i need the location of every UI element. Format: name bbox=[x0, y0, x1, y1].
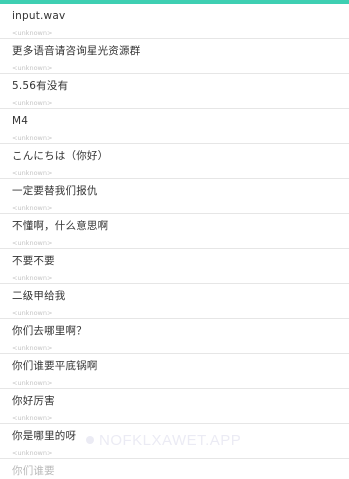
song-list-item[interactable]: M4 <unknown> bbox=[0, 109, 349, 144]
song-artist: <unknown> bbox=[12, 239, 53, 247]
song-artist: <unknown> bbox=[12, 29, 53, 37]
song-list-item[interactable]: 更多语音请咨询星光资源群 <unknown> bbox=[0, 39, 349, 74]
song-title: 更多语音请咨询星光资源群 bbox=[12, 45, 141, 57]
song-title: こんにちは（你好） bbox=[12, 150, 109, 162]
watermark-text: NOFKLXAWET.APP bbox=[99, 432, 242, 449]
watermark: NOFKLXAWET.APP bbox=[86, 432, 241, 450]
song-title: 你们谁要平底锅啊 bbox=[12, 360, 98, 372]
song-list-item[interactable]: 不懂啊，什么意思啊 <unknown> bbox=[0, 214, 349, 249]
song-list-item[interactable]: 二级甲给我 <unknown> bbox=[0, 284, 349, 319]
song-artist: <unknown> bbox=[12, 379, 53, 387]
song-list-item[interactable]: 你们谁要平底锅啊 <unknown> bbox=[0, 354, 349, 389]
song-list-item[interactable]: 不要不要 <unknown> bbox=[0, 249, 349, 284]
song-title: 5.56有没有 bbox=[12, 80, 69, 92]
song-title: 你好厉害 bbox=[12, 395, 55, 407]
song-artist: <unknown> bbox=[12, 414, 53, 422]
song-title: 一定要替我们报仇 bbox=[12, 185, 98, 197]
song-title: 二级甲给我 bbox=[12, 290, 66, 302]
song-artist: <unknown> bbox=[12, 64, 53, 72]
song-artist: <unknown> bbox=[12, 134, 53, 142]
song-title: 你们去哪里啊？ bbox=[12, 325, 87, 337]
song-list-item[interactable]: input.wav <unknown> bbox=[0, 4, 349, 39]
song-artist: <unknown> bbox=[12, 169, 53, 177]
song-artist: <unknown> bbox=[12, 344, 53, 352]
song-title: 你们谁要 bbox=[12, 465, 55, 477]
song-title: M4 bbox=[12, 115, 29, 127]
song-list[interactable]: input.wav <unknown> 更多语音请咨询星光资源群 <unknow… bbox=[0, 4, 349, 479]
song-list-item[interactable]: 你好厉害 <unknown> bbox=[0, 389, 349, 424]
song-list-item[interactable]: こんにちは（你好） <unknown> bbox=[0, 144, 349, 179]
song-artist: <unknown> bbox=[12, 274, 53, 282]
song-list-item[interactable]: 5.56有没有 <unknown> bbox=[0, 74, 349, 109]
watermark-dot-icon bbox=[86, 436, 94, 444]
song-artist: <unknown> bbox=[12, 99, 53, 107]
song-artist: <unknown> bbox=[12, 449, 53, 457]
song-artist: <unknown> bbox=[12, 204, 53, 212]
song-title: 不要不要 bbox=[12, 255, 55, 267]
song-title: input.wav bbox=[12, 10, 66, 22]
song-list-item[interactable]: 一定要替我们报仇 <unknown> bbox=[0, 179, 349, 214]
song-artist: <unknown> bbox=[12, 309, 53, 317]
song-list-item-partial[interactable]: 你们谁要 bbox=[0, 459, 349, 479]
song-title: 不懂啊，什么意思啊 bbox=[12, 220, 109, 232]
song-list-item[interactable]: 你们去哪里啊？ <unknown> bbox=[0, 319, 349, 354]
